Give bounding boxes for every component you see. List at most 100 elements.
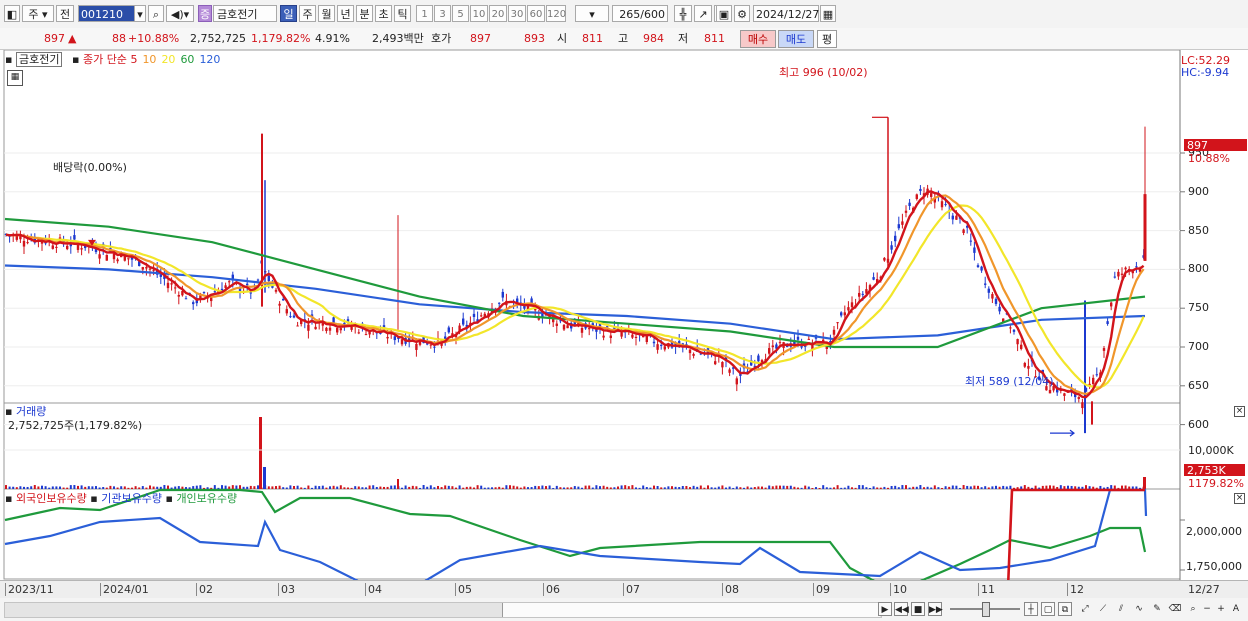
- quote-bar: 897 ▲ 88 +10.88% 2,752,725 1,179.82% 4.9…: [0, 28, 1248, 50]
- trend-tool-icon[interactable]: ⤢: [1078, 602, 1092, 616]
- volume-title-text: 거래량: [15, 405, 47, 418]
- volume-bar: [433, 487, 436, 489]
- volume-bar: [26, 486, 29, 489]
- interval-button[interactable]: 30: [508, 5, 526, 22]
- interval-button[interactable]: 5: [452, 5, 469, 22]
- stop-icon[interactable]: ■: [911, 602, 925, 616]
- candle-body: [1048, 389, 1052, 394]
- candle-body: [51, 245, 54, 249]
- scroll-right-icon[interactable]: ▶: [878, 602, 892, 616]
- ma-period-label: 120: [199, 53, 221, 66]
- indicator-icon[interactable]: ↗: [694, 5, 712, 22]
- layout-icon[interactable]: ◧: [4, 5, 20, 22]
- candle-body: [364, 334, 368, 336]
- stock-code-input[interactable]: 001210: [78, 5, 136, 22]
- candle-body: [588, 328, 591, 330]
- volume-bar: [426, 486, 429, 489]
- buy-button[interactable]: 매수: [740, 30, 776, 48]
- x-axis-tick: 09: [813, 583, 830, 596]
- auto-scale-icon[interactable]: A: [1229, 602, 1243, 616]
- window-icon[interactable]: ▢: [1041, 602, 1055, 616]
- save-icon[interactable]: ▣: [716, 5, 732, 22]
- search-icon[interactable]: ⌕: [148, 5, 164, 22]
- volume-bar: [293, 486, 295, 489]
- volume-bar: [278, 485, 281, 489]
- evaluate-button[interactable]: 평: [817, 30, 837, 48]
- interval-button[interactable]: 1: [416, 5, 433, 22]
- zoom-out-icon[interactable]: −: [1200, 602, 1214, 616]
- speaker-icon[interactable]: ◀)▾: [166, 5, 194, 22]
- candle-body: [984, 283, 987, 285]
- draw-tool-icon[interactable]: ✎: [1150, 602, 1164, 616]
- volume-bar: [455, 487, 457, 489]
- current-price: 897: [44, 32, 65, 45]
- line-tool-icon[interactable]: ⟋: [1096, 602, 1110, 616]
- copy-icon[interactable]: ⧉: [1058, 602, 1072, 616]
- volume-bar: [833, 487, 835, 489]
- volume-bar: [289, 485, 292, 489]
- candle-body: [1095, 374, 1098, 376]
- interval-custom-select[interactable]: ▾: [575, 5, 609, 22]
- volume-bar: [512, 485, 515, 489]
- volume-bar: [1092, 486, 1095, 489]
- date-field[interactable]: 2024/12/27: [753, 5, 819, 22]
- candle-body: [192, 302, 195, 305]
- volume-bar: [671, 486, 673, 489]
- close-volume-pane-icon[interactable]: ×: [1234, 406, 1245, 417]
- wave-tool-icon[interactable]: ∿: [1132, 602, 1146, 616]
- stock-name-field[interactable]: 금호전기: [213, 5, 277, 22]
- code-dropdown-icon[interactable]: ▾: [134, 5, 146, 22]
- period-tab[interactable]: 년: [337, 5, 354, 22]
- foreign-holdings-label: 외국인보유수량: [15, 492, 87, 505]
- volume-bar: [1034, 485, 1037, 489]
- candle-body: [663, 346, 666, 350]
- interval-button[interactable]: 60: [527, 5, 545, 22]
- magnify-icon[interactable]: ⌕: [1186, 602, 1200, 616]
- fib-tool-icon[interactable]: ⫽: [1114, 602, 1128, 616]
- volume-bar: [548, 485, 551, 489]
- volume-bar: [469, 486, 472, 489]
- zoom-slider-handle[interactable]: [982, 602, 990, 617]
- period-tab[interactable]: 일: [280, 5, 297, 22]
- period-tab[interactable]: 월: [318, 5, 335, 22]
- crosshair-icon[interactable]: ┼: [1024, 602, 1038, 616]
- scroll-thumb[interactable]: [502, 603, 880, 617]
- gear-icon[interactable]: ⚙: [734, 5, 750, 22]
- volume-bar: [152, 486, 155, 489]
- interval-button[interactable]: 10: [470, 5, 488, 22]
- volume-bar: [149, 485, 151, 489]
- erase-tool-icon[interactable]: ⌫: [1168, 602, 1182, 616]
- horizontal-scrollbar[interactable]: [4, 602, 882, 618]
- rewind-icon[interactable]: ◀◀: [894, 602, 909, 616]
- candle-body: [656, 344, 659, 350]
- mode-button[interactable]: 전: [56, 5, 74, 22]
- interval-button[interactable]: 120: [546, 5, 566, 22]
- table-icon[interactable]: ▦: [7, 70, 23, 86]
- period-tab[interactable]: 분: [356, 5, 373, 22]
- period-tab[interactable]: 초: [375, 5, 392, 22]
- volume-bar: [642, 485, 645, 489]
- calendar-icon[interactable]: ▦: [820, 5, 836, 22]
- market-select[interactable]: 주 ▾: [22, 5, 54, 22]
- volume-bar: [73, 485, 76, 489]
- volume-bar: [937, 487, 940, 489]
- candle-type-icon[interactable]: ╬: [674, 5, 692, 22]
- interval-button[interactable]: 20: [489, 5, 507, 22]
- close-holdings-pane-icon[interactable]: ×: [1234, 493, 1245, 504]
- candle-body: [112, 253, 116, 260]
- candle-body: [400, 339, 404, 345]
- period-tab[interactable]: 주: [299, 5, 316, 22]
- volume-bar: [357, 486, 360, 489]
- volume-bar: [30, 486, 33, 489]
- interval-button[interactable]: 3: [434, 5, 451, 22]
- candle-body: [278, 303, 281, 306]
- sell-button[interactable]: 매도: [778, 30, 814, 48]
- fast-forward-icon[interactable]: ▶▶: [928, 602, 943, 616]
- candle-body: [296, 325, 299, 327]
- volume-bar: [840, 487, 843, 489]
- zoom-in-icon[interactable]: +: [1214, 602, 1228, 616]
- toolbar: ◧ 주 ▾ 전 001210 ▾ ⌕ ◀)▾ 증 금호전기 일주월년분초틱 13…: [0, 0, 1248, 29]
- data-count-field[interactable]: 265/600: [612, 5, 668, 22]
- period-tab[interactable]: 틱: [394, 5, 411, 22]
- volume-bar: [167, 485, 169, 489]
